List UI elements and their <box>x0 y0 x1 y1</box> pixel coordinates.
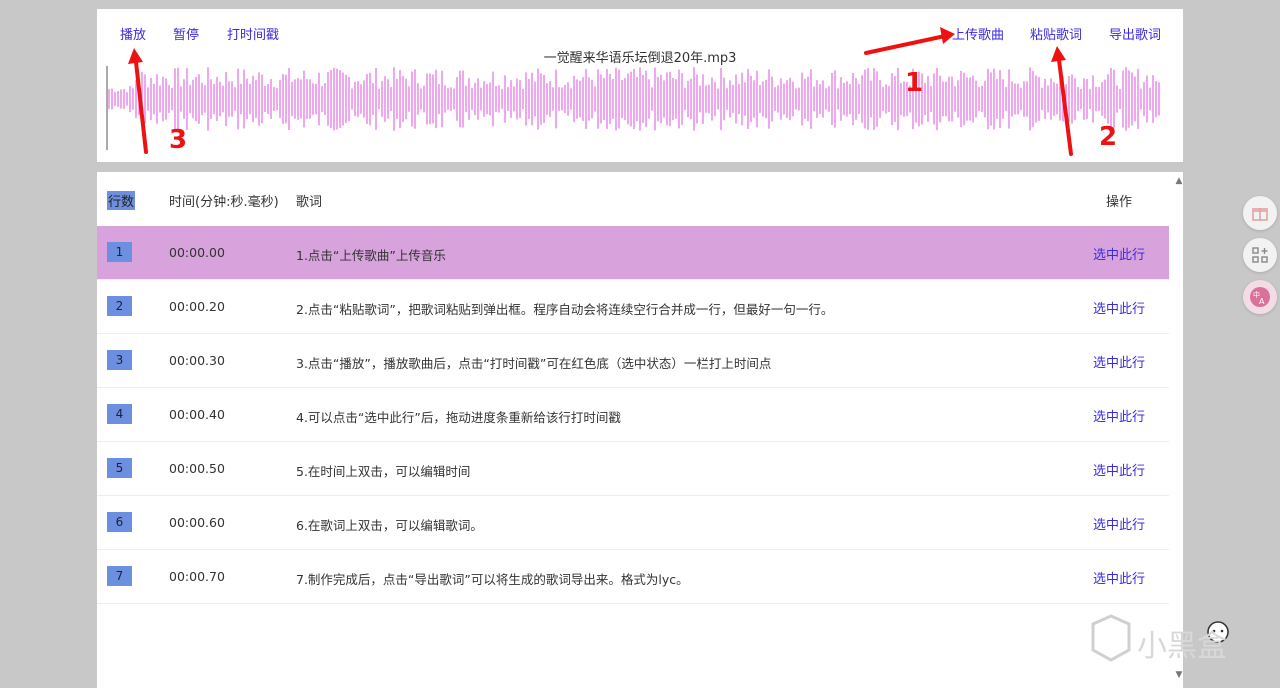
row-number: 5 <box>107 458 132 478</box>
row-lyric[interactable]: 5.在时间上双击，可以编辑时间 <box>296 461 470 480</box>
row-lyric[interactable]: 3.点击“播放”，播放歌曲后，点击“打时间戳”可在红色底（选中状态）一栏打上时间… <box>296 353 771 372</box>
row-lyric[interactable]: 6.在歌词上双击，可以编辑歌词。 <box>296 515 483 534</box>
row-time[interactable]: 00:00.40 <box>169 407 225 422</box>
row-time[interactable]: 00:00.20 <box>169 299 225 314</box>
watermark-text: 小黑盒 <box>1137 629 1227 664</box>
select-row-button[interactable]: 选中此行 <box>1093 352 1145 371</box>
row-time[interactable]: 00:00.30 <box>169 353 225 368</box>
upload-song-button[interactable]: 上传歌曲 <box>952 24 1004 43</box>
row-number: 6 <box>107 512 132 532</box>
row-lyric[interactable]: 4.可以点击“选中此行”后，拖动进度条重新给该行打时间戳 <box>296 407 621 426</box>
row-number: 7 <box>107 566 132 586</box>
table-row[interactable]: 2 00:00.20 2.点击“粘贴歌词”，把歌词粘贴到弹出框。程序自动会将连续空行… <box>97 280 1169 334</box>
watermark: 小黑盒 <box>1085 612 1265 676</box>
pause-button[interactable]: 暂停 <box>173 24 199 43</box>
select-row-button[interactable]: 选中此行 <box>1093 514 1145 533</box>
select-row-button[interactable]: 选中此行 <box>1093 568 1145 587</box>
row-number: 2 <box>107 296 132 316</box>
row-time[interactable]: 00:00.60 <box>169 515 225 530</box>
table-row[interactable]: 3 00:00.30 3.点击“播放”，播放歌曲后，点击“打时间戳”可在红色底（选中… <box>97 334 1169 388</box>
header-row-number: 行数 <box>107 191 136 210</box>
row-lyric[interactable]: 2.点击“粘贴歌词”，把歌词粘贴到弹出框。程序自动会将连续空行合并成一行，但最好… <box>296 299 833 318</box>
row-lyric[interactable]: 1.点击“上传歌曲”上传音乐 <box>296 245 446 264</box>
table-row[interactable]: 1 00:00.00 1.点击“上传歌曲”上传音乐 选中此行 <box>97 226 1169 280</box>
play-button[interactable]: 播放 <box>120 24 146 43</box>
lyrics-table: 行数 时间(分钟:秒.毫秒) 歌词 操作 1 00:00.00 1.点击“上传歌曲”… <box>97 172 1183 688</box>
row-time[interactable]: 00:00.70 <box>169 569 225 584</box>
table-row[interactable]: 5 00:00.50 5.在时间上双击，可以编辑时间 选中此行 <box>97 442 1169 496</box>
table-row[interactable]: 7 00:00.70 7.制作完成后，点击“导出歌词”可以将生成的歌词导出来。格式为… <box>97 550 1169 604</box>
timestamp-button[interactable]: 打时间戳 <box>227 24 279 43</box>
table-row[interactable]: 6 00:00.60 6.在歌词上双击，可以编辑歌词。 选中此行 <box>97 496 1169 550</box>
table-row[interactable]: 4 00:00.40 4.可以点击“选中此行”后，拖动进度条重新给该行打时间戳 选中此… <box>97 388 1169 442</box>
select-row-button[interactable]: 选中此行 <box>1093 298 1145 317</box>
export-lyrics-button[interactable]: 导出歌词 <box>1109 24 1161 43</box>
select-row-button[interactable]: 选中此行 <box>1093 244 1145 263</box>
header-action: 操作 <box>1106 195 1133 210</box>
row-time[interactable]: 00:00.50 <box>169 461 225 476</box>
translate-icon[interactable]: 中 A <box>1243 280 1277 314</box>
paste-lyrics-button[interactable]: 粘贴歌词 <box>1030 24 1082 43</box>
row-time[interactable]: 00:00.00 <box>169 245 225 260</box>
select-row-button[interactable]: 选中此行 <box>1093 406 1145 425</box>
header-time: 时间(分钟:秒.毫秒) <box>169 195 279 210</box>
gift-icon[interactable] <box>1243 196 1277 230</box>
svg-text:A: A <box>1259 297 1265 306</box>
row-number: 1 <box>107 242 132 262</box>
scroll-up-arrow[interactable]: ▲ <box>1173 176 1185 188</box>
table-header: 行数 时间(分钟:秒.毫秒) 歌词 操作 <box>97 172 1169 227</box>
row-lyric[interactable]: 7.制作完成后，点击“导出歌词”可以将生成的歌词导出来。格式为lyc。 <box>296 569 689 588</box>
header-lyric: 歌词 <box>296 195 323 210</box>
audio-panel: 播放 暂停 打时间戳 上传歌曲 粘贴歌词 导出歌词 一觉醒来华语乐坛倒退20年.… <box>97 9 1183 162</box>
row-number: 4 <box>107 404 132 424</box>
select-row-button[interactable]: 选中此行 <box>1093 460 1145 479</box>
file-name: 一觉醒来华语乐坛倒退20年.mp3 <box>543 51 737 66</box>
waveform[interactable] <box>105 66 1165 150</box>
add-app-icon[interactable] <box>1243 238 1277 272</box>
row-number: 3 <box>107 350 132 370</box>
